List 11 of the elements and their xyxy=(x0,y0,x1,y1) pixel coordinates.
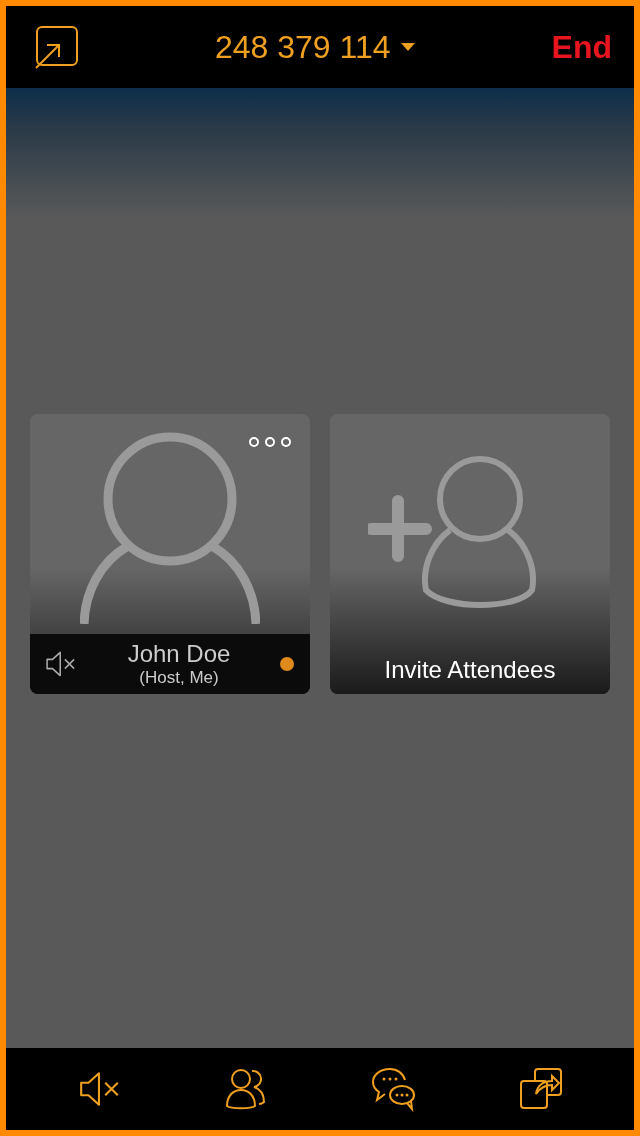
caret-icon[interactable] xyxy=(400,43,415,51)
person-silhouette-icon xyxy=(80,432,260,624)
attendee-role: (Host, Me) xyxy=(139,668,219,688)
end-button[interactable]: End xyxy=(551,28,612,66)
meeting-number-dropdown[interactable]: 248 379 114 xyxy=(215,28,415,66)
minimize-window-icon[interactable] xyxy=(34,25,78,69)
invite-attendees-label[interactable]: Invite Attendees xyxy=(330,656,610,684)
more-options-icon[interactable] xyxy=(248,436,292,448)
share-screen-icon[interactable] xyxy=(517,1066,564,1112)
attendee-name: John Doe xyxy=(127,640,231,668)
chat-bubbles-icon[interactable] xyxy=(370,1066,417,1112)
